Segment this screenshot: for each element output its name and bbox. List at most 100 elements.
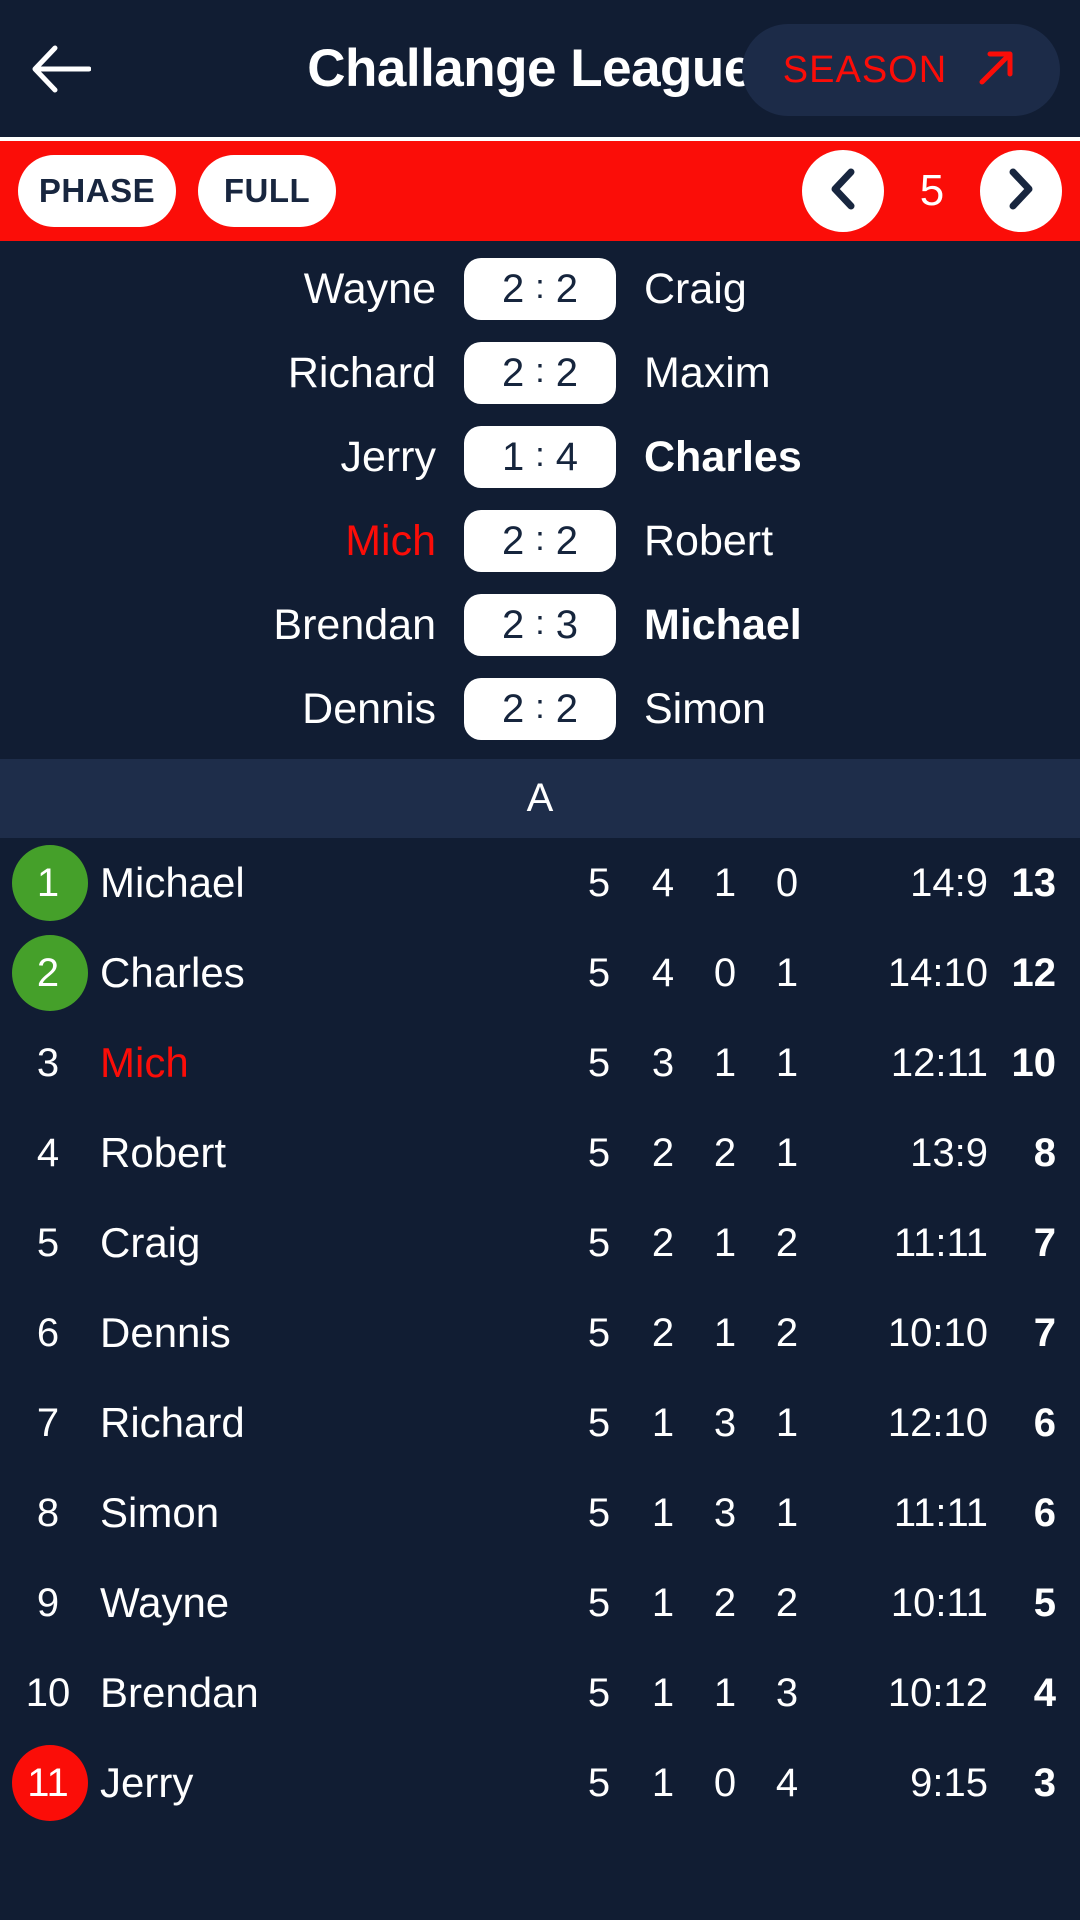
rank-cell: 4	[0, 1131, 96, 1176]
table-row[interactable]: 1 Michael 5 4 1 0 14:9 13	[0, 838, 1080, 928]
match-score[interactable]: 2:3	[464, 594, 616, 656]
match-row[interactable]: Mich 2:2 Robert	[0, 499, 1080, 583]
rank-number: 11	[27, 1760, 69, 1805]
rank-number: 5	[36, 1220, 60, 1265]
match-results-list: Wayne 2:2 Craig Richard 2:2 Maxim Jerry 1:4 Char…	[0, 241, 1080, 759]
app-header: Challange League SEASON	[0, 0, 1080, 137]
goals-cell: 12:11	[890, 1040, 988, 1085]
table-row[interactable]: 11 Jerry 5 1 0 4 9:15 3	[0, 1738, 1080, 1828]
points-cell: 13	[1011, 860, 1057, 905]
wins-cell: 4	[651, 860, 675, 905]
losses-cell: 2	[775, 1310, 799, 1355]
draws-cell: 1	[713, 1040, 737, 1085]
goals-cell: 10:10	[887, 1310, 988, 1355]
table-row[interactable]: 10 Brendan 5 1 1 3 10:12 4	[0, 1648, 1080, 1738]
losses-cell: 1	[775, 950, 799, 995]
wins-cell: 1	[651, 1760, 675, 1805]
rank-number: 6	[36, 1310, 60, 1355]
match-home-score: 2	[502, 602, 525, 647]
table-row[interactable]: 4 Robert 5 2 2 1 13:9 8	[0, 1108, 1080, 1198]
season-button[interactable]: SEASON	[742, 24, 1060, 116]
table-row[interactable]: 2 Charles 5 4 0 1 14:10 12	[0, 928, 1080, 1018]
wins-cell: 2	[651, 1130, 675, 1175]
table-row[interactable]: 6 Dennis 5 2 1 2 10:10 7	[0, 1288, 1080, 1378]
team-name: Simon	[100, 1489, 220, 1536]
rank-cell: 11	[0, 1745, 96, 1821]
draws-cell: 3	[713, 1400, 737, 1445]
match-away-score: 4	[555, 434, 578, 479]
played-cell: 5	[587, 1490, 611, 1535]
goals-cell: 13:9	[910, 1130, 988, 1175]
match-home-score: 1	[502, 434, 525, 479]
draws-cell: 0	[713, 950, 737, 995]
rank-number: 7	[36, 1400, 60, 1445]
rank-number: 1	[36, 860, 60, 905]
match-row[interactable]: Richard 2:2 Maxim	[0, 331, 1080, 415]
match-home-name: Wayne	[303, 264, 436, 313]
match-row[interactable]: Dennis 2:2 Simon	[0, 667, 1080, 751]
chevron-left-icon	[826, 167, 860, 216]
score-separator: :	[535, 687, 545, 726]
team-name: Wayne	[100, 1579, 230, 1626]
round-number: 5	[919, 166, 945, 215]
match-away-name: Craig	[644, 264, 747, 313]
match-away-name: Charles	[644, 432, 802, 481]
previous-round-button[interactable]	[802, 150, 884, 232]
losses-cell: 3	[775, 1670, 799, 1715]
match-score[interactable]: 2:2	[464, 342, 616, 404]
goals-cell: 14:10	[887, 950, 988, 995]
match-home-name: Mich	[345, 516, 436, 565]
score-separator: :	[535, 351, 545, 390]
played-cell: 5	[587, 950, 611, 995]
wins-cell: 2	[651, 1220, 675, 1265]
points-cell: 6	[1033, 1490, 1056, 1535]
losses-cell: 4	[775, 1760, 799, 1805]
team-name: Jerry	[100, 1759, 194, 1806]
points-cell: 10	[1011, 1040, 1057, 1085]
next-round-button[interactable]	[980, 150, 1062, 232]
draws-cell: 1	[713, 1670, 737, 1715]
draws-cell: 1	[713, 860, 737, 905]
match-home-score: 2	[502, 266, 525, 311]
rank-cell: 3	[0, 1041, 96, 1086]
match-score[interactable]: 2:2	[464, 678, 616, 740]
table-row[interactable]: 5 Craig 5 2 1 2 11:11 7	[0, 1198, 1080, 1288]
match-away-score: 2	[555, 518, 578, 563]
match-home-name: Richard	[287, 348, 436, 397]
played-cell: 5	[587, 1310, 611, 1355]
table-row[interactable]: 9 Wayne 5 1 2 2 10:11 5	[0, 1558, 1080, 1648]
match-score[interactable]: 2:2	[464, 510, 616, 572]
table-row[interactable]: 3 Mich 5 3 1 1 12:11 10	[0, 1018, 1080, 1108]
rank-number: 9	[36, 1580, 60, 1625]
match-score[interactable]: 1:4	[464, 426, 616, 488]
points-cell: 5	[1033, 1580, 1056, 1625]
match-row[interactable]: Brendan 2:3 Michael	[0, 583, 1080, 667]
score-separator: :	[535, 267, 545, 306]
group-header: A	[0, 759, 1080, 838]
match-home-name: Jerry	[340, 432, 436, 481]
team-name: Brendan	[100, 1669, 259, 1716]
full-filter-button[interactable]: FULL	[198, 155, 336, 227]
match-away-score: 2	[555, 350, 578, 395]
arrow-left-icon	[29, 44, 91, 94]
match-row[interactable]: Wayne 2:2 Craig	[0, 247, 1080, 331]
table-row[interactable]: 7 Richard 5 1 3 1 12:10 6	[0, 1378, 1080, 1468]
rank-cell: 2	[0, 935, 96, 1011]
played-cell: 5	[587, 1400, 611, 1445]
match-row[interactable]: Jerry 1:4 Charles	[0, 415, 1080, 499]
table-row[interactable]: 8 Simon 5 1 3 1 11:11 6	[0, 1468, 1080, 1558]
rank-number: 4	[36, 1130, 60, 1175]
played-cell: 5	[587, 1760, 611, 1805]
rank-cell: 9	[0, 1581, 96, 1626]
standings-table: 1 Michael 5 4 1 0 14:9 13 2 Charles 5 4 0 1 14:10 12 3 Mi…	[0, 838, 1080, 1828]
team-name: Michael	[100, 859, 245, 906]
match-score[interactable]: 2:2	[464, 258, 616, 320]
phase-filter-button[interactable]: PHASE	[18, 155, 176, 227]
team-name: Robert	[100, 1129, 227, 1176]
team-name: Charles	[100, 949, 245, 996]
losses-cell: 2	[775, 1220, 799, 1265]
rank-cell: 6	[0, 1311, 96, 1356]
points-cell: 8	[1033, 1130, 1056, 1175]
wins-cell: 3	[651, 1040, 675, 1085]
losses-cell: 0	[775, 860, 799, 905]
